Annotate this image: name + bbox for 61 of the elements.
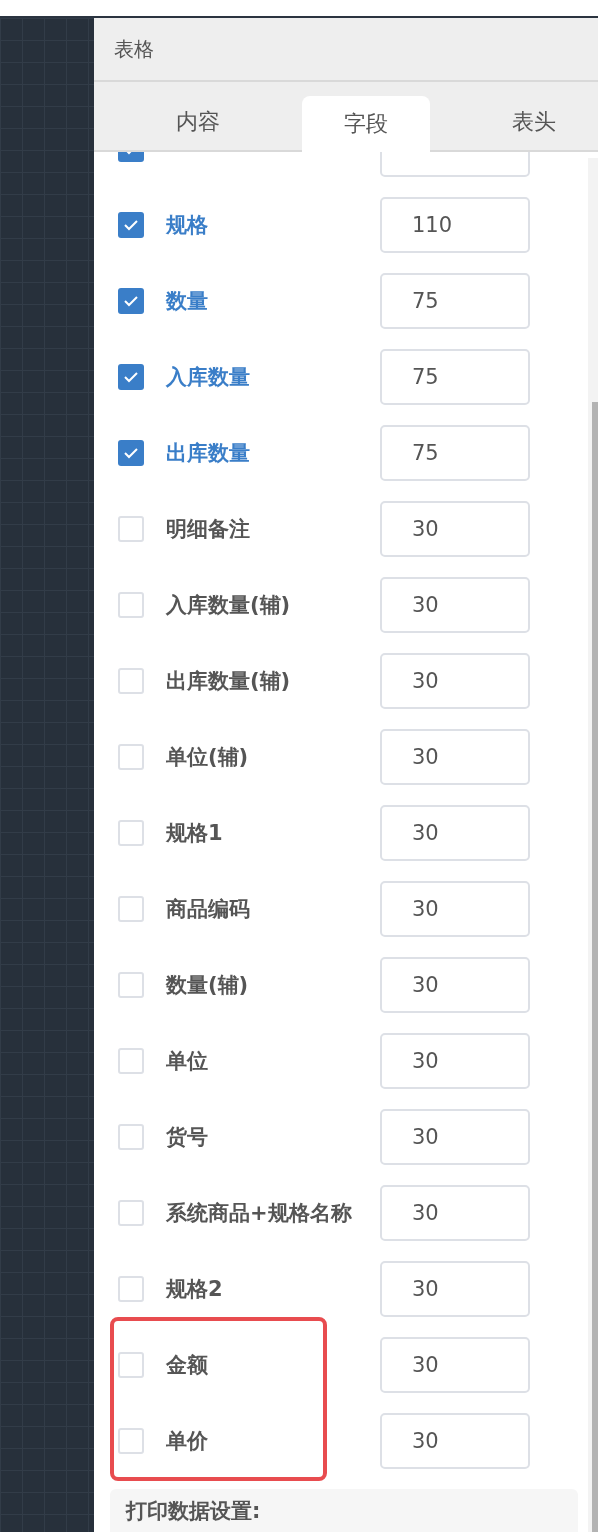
checkbox[interactable]	[118, 1200, 144, 1226]
width-input[interactable]: 110	[380, 197, 530, 253]
checkbox[interactable]	[118, 1124, 144, 1150]
checkbox[interactable]	[118, 820, 144, 846]
tab[interactable]: 字段	[302, 96, 430, 152]
checkbox[interactable]	[118, 364, 144, 390]
field-label: 商品编码	[166, 896, 251, 923]
checkbox[interactable]	[118, 1276, 144, 1302]
checkmark-icon	[123, 447, 139, 459]
tab[interactable]: 表头	[470, 94, 598, 150]
checkmark-icon	[123, 219, 139, 231]
width-input[interactable]: 30	[380, 501, 530, 557]
checkbox[interactable]	[118, 1352, 144, 1378]
field-label: 规格1	[166, 820, 224, 847]
checkbox[interactable]	[118, 212, 144, 238]
width-input[interactable]: 30	[380, 881, 530, 937]
checkbox[interactable]	[118, 592, 144, 618]
panel-title: 表格	[94, 18, 598, 82]
checkbox[interactable]	[118, 1048, 144, 1074]
width-input[interactable]: 30	[380, 653, 530, 709]
checkbox[interactable]	[118, 668, 144, 694]
width-input[interactable]: 75	[380, 349, 530, 405]
checkbox[interactable]	[118, 896, 144, 922]
width-input[interactable]: 30	[380, 805, 530, 861]
width-input[interactable]: 30	[380, 1109, 530, 1165]
width-input[interactable]: 30	[380, 1185, 530, 1241]
width-input[interactable]: 75	[380, 425, 530, 481]
field-label: 入库数量	[166, 364, 251, 391]
checkmark-icon	[123, 371, 139, 383]
field-label: 规格2	[166, 1276, 224, 1303]
width-input[interactable]: 30	[380, 577, 530, 633]
field-label: 金额	[166, 1352, 209, 1379]
field-label: 数量	[166, 288, 209, 315]
field-label: 出库数量(辅)	[166, 668, 292, 695]
scrollbar-thumb[interactable]	[592, 402, 598, 1532]
field-label: 入库数量(辅)	[166, 592, 292, 619]
field-label: 系统商品+规格名称	[166, 1200, 353, 1227]
width-input[interactable]: 30	[380, 957, 530, 1013]
width-input[interactable]: 30	[380, 1033, 530, 1089]
section-title: 打印数据设置:	[126, 1499, 261, 1523]
field-label: 明细备注	[166, 516, 251, 543]
checkbox[interactable]	[118, 516, 144, 542]
field-label: 货号	[166, 1124, 209, 1151]
width-input[interactable]: 75	[380, 273, 530, 329]
field-label: 数量(辅)	[166, 972, 250, 999]
width-input[interactable]: 30	[380, 729, 530, 785]
width-input[interactable]: 30	[380, 1261, 530, 1317]
width-input[interactable]: 30	[380, 1413, 530, 1469]
checkbox[interactable]	[118, 1428, 144, 1454]
checkmark-icon	[123, 295, 139, 307]
checkbox[interactable]	[118, 972, 144, 998]
checkbox[interactable]	[118, 440, 144, 466]
field-label: 单价	[166, 1428, 209, 1455]
field-label: 出库数量	[166, 440, 251, 467]
field-label: 规格	[166, 212, 209, 239]
field-label: 单位	[166, 1048, 209, 1075]
checkbox[interactable]	[118, 288, 144, 314]
tab[interactable]: 内容	[134, 94, 262, 150]
width-input[interactable]: 30	[380, 1337, 530, 1393]
checkbox[interactable]	[118, 744, 144, 770]
field-label: 单位(辅)	[166, 744, 250, 771]
